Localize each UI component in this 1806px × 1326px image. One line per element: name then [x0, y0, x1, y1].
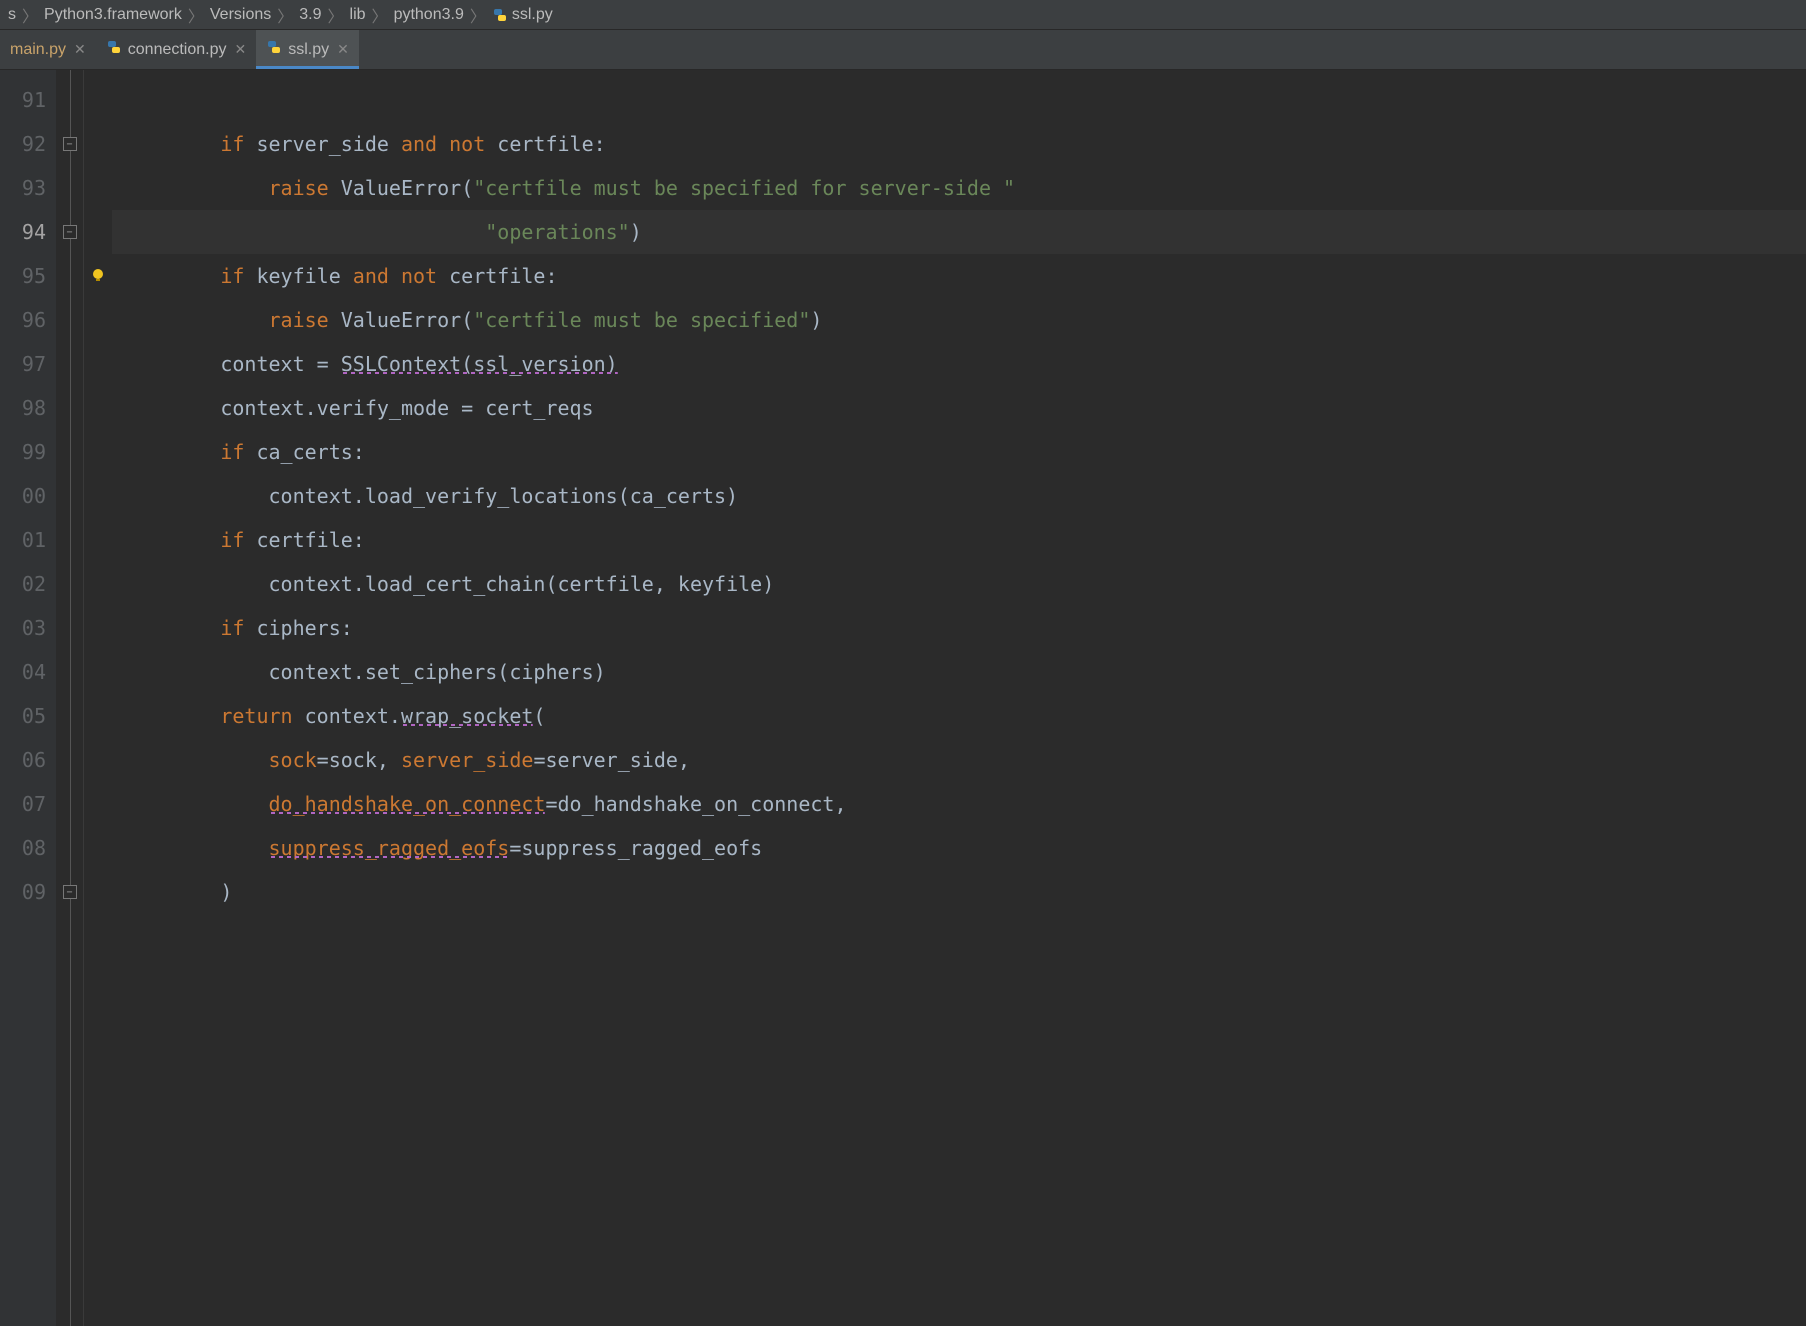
line-number[interactable]: 91: [0, 78, 56, 122]
line-number[interactable]: 98: [0, 386, 56, 430]
close-icon[interactable]: ✕: [235, 41, 247, 58]
tab-bar: main.py ✕ connection.py ✕ ssl.py ✕: [0, 30, 1806, 70]
line-number[interactable]: 06: [0, 738, 56, 782]
line-number[interactable]: 01: [0, 518, 56, 562]
line-number[interactable]: 05: [0, 694, 56, 738]
intention-gutter: [84, 70, 112, 1326]
line-number[interactable]: 96: [0, 298, 56, 342]
line-number[interactable]: 08: [0, 826, 56, 870]
python-file-icon: [106, 39, 122, 60]
code-line[interactable]: ): [112, 870, 1806, 914]
chevron-right-icon: 〉: [470, 3, 486, 27]
line-number[interactable]: 99: [0, 430, 56, 474]
code-area[interactable]: if server_side and not certfile: raise V…: [112, 70, 1806, 1326]
fold-collapse-icon[interactable]: −: [63, 137, 77, 151]
chevron-right-icon: 〉: [277, 3, 293, 27]
code-line[interactable]: suppress_ragged_eofs=suppress_ragged_eof…: [112, 826, 1806, 870]
code-line[interactable]: if keyfile and not certfile:: [112, 254, 1806, 298]
code-line[interactable]: if ciphers:: [112, 606, 1806, 650]
code-line[interactable]: context.set_ciphers(ciphers): [112, 650, 1806, 694]
tab-main-py[interactable]: main.py ✕: [0, 30, 96, 69]
breadcrumb-item[interactable]: Versions: [210, 6, 271, 24]
breadcrumb-item[interactable]: python3.9: [394, 6, 464, 24]
python-file-icon: [266, 39, 282, 60]
code-line[interactable]: sock=sock, server_side=server_side,: [112, 738, 1806, 782]
close-icon[interactable]: ✕: [337, 41, 349, 58]
code-line[interactable]: if certfile:: [112, 518, 1806, 562]
line-number-gutter[interactable]: 91929394959697989900010203040506070809: [0, 70, 56, 1326]
fold-gutter[interactable]: − − −: [56, 70, 84, 1326]
close-icon[interactable]: ✕: [74, 41, 86, 58]
line-number[interactable]: 92: [0, 122, 56, 166]
line-number[interactable]: 93: [0, 166, 56, 210]
chevron-right-icon: 〉: [22, 3, 38, 27]
chevron-right-icon: 〉: [188, 3, 204, 27]
breadcrumb-bar: s 〉 Python3.framework 〉 Versions 〉 3.9 〉…: [0, 0, 1806, 30]
code-line[interactable]: "operations"): [112, 210, 1806, 254]
line-number[interactable]: 09: [0, 870, 56, 914]
python-file-icon: [492, 7, 508, 23]
tab-connection-py[interactable]: connection.py ✕: [96, 30, 256, 69]
breadcrumb-item[interactable]: ssl.py: [492, 6, 553, 24]
line-number[interactable]: 95: [0, 254, 56, 298]
line-number[interactable]: 04: [0, 650, 56, 694]
code-line[interactable]: [112, 78, 1806, 122]
tab-label: ssl.py: [288, 41, 329, 59]
line-number[interactable]: 97: [0, 342, 56, 386]
breadcrumb-item[interactable]: s: [8, 6, 16, 24]
line-number[interactable]: 03: [0, 606, 56, 650]
tab-label: main.py: [10, 41, 66, 59]
tab-label: connection.py: [128, 41, 227, 59]
chevron-right-icon: 〉: [328, 3, 344, 27]
code-line[interactable]: raise ValueError("certfile must be speci…: [112, 298, 1806, 342]
line-number[interactable]: 02: [0, 562, 56, 606]
fold-end-icon[interactable]: −: [63, 225, 77, 239]
line-number[interactable]: 00: [0, 474, 56, 518]
chevron-right-icon: 〉: [372, 3, 388, 27]
code-line[interactable]: if server_side and not certfile:: [112, 122, 1806, 166]
code-line[interactable]: if ca_certs:: [112, 430, 1806, 474]
code-line[interactable]: context.load_cert_chain(certfile, keyfil…: [112, 562, 1806, 606]
code-line[interactable]: context.load_verify_locations(ca_certs): [112, 474, 1806, 518]
code-editor[interactable]: 91929394959697989900010203040506070809 −…: [0, 70, 1806, 1326]
code-line[interactable]: context = SSLContext(ssl_version): [112, 342, 1806, 386]
code-line[interactable]: raise ValueError("certfile must be speci…: [112, 166, 1806, 210]
line-number[interactable]: 94: [0, 210, 56, 254]
breadcrumb-item[interactable]: lib: [350, 6, 366, 24]
code-line[interactable]: context.verify_mode = cert_reqs: [112, 386, 1806, 430]
line-number[interactable]: 07: [0, 782, 56, 826]
code-line[interactable]: return context.wrap_socket(: [112, 694, 1806, 738]
breadcrumb-item[interactable]: 3.9: [299, 6, 321, 24]
fold-end-icon[interactable]: −: [63, 885, 77, 899]
intention-bulb-icon[interactable]: [90, 264, 106, 288]
code-line[interactable]: do_handshake_on_connect=do_handshake_on_…: [112, 782, 1806, 826]
breadcrumb-item[interactable]: Python3.framework: [44, 6, 182, 24]
tab-ssl-py[interactable]: ssl.py ✕: [256, 30, 359, 69]
